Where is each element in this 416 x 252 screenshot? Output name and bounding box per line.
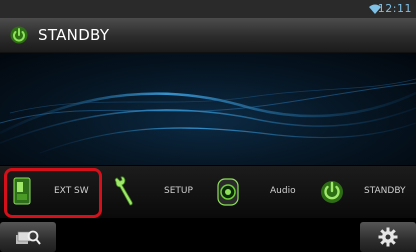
speaker-icon bbox=[217, 178, 239, 206]
source-search-icon bbox=[16, 230, 41, 245]
title-bar: STANDBY bbox=[0, 18, 416, 53]
wallpaper bbox=[0, 53, 416, 165]
power-icon bbox=[10, 26, 28, 44]
page-title: STANDBY bbox=[38, 26, 110, 44]
audio-button[interactable]: Audio bbox=[212, 166, 308, 218]
power-icon bbox=[321, 181, 343, 203]
head-unit-screen: 12:11 STANDBY EXT SW SETUP Audio STANDBY bbox=[0, 0, 416, 252]
highlight-frame bbox=[4, 168, 102, 218]
gear-icon bbox=[378, 227, 398, 247]
settings-button[interactable] bbox=[360, 222, 416, 252]
clock: 12:11 bbox=[377, 2, 412, 15]
standby-label: STANDBY bbox=[364, 186, 406, 196]
status-bar: 12:11 bbox=[0, 0, 416, 18]
bottom-bar bbox=[0, 222, 416, 252]
setup-button[interactable]: SETUP bbox=[108, 166, 204, 218]
standby-button[interactable]: STANDBY bbox=[316, 166, 414, 218]
audio-label: Audio bbox=[270, 186, 296, 196]
wave-graphic bbox=[0, 78, 416, 154]
source-select-button[interactable] bbox=[0, 222, 56, 252]
setup-label: SETUP bbox=[164, 186, 193, 196]
wrench-icon bbox=[114, 176, 133, 206]
